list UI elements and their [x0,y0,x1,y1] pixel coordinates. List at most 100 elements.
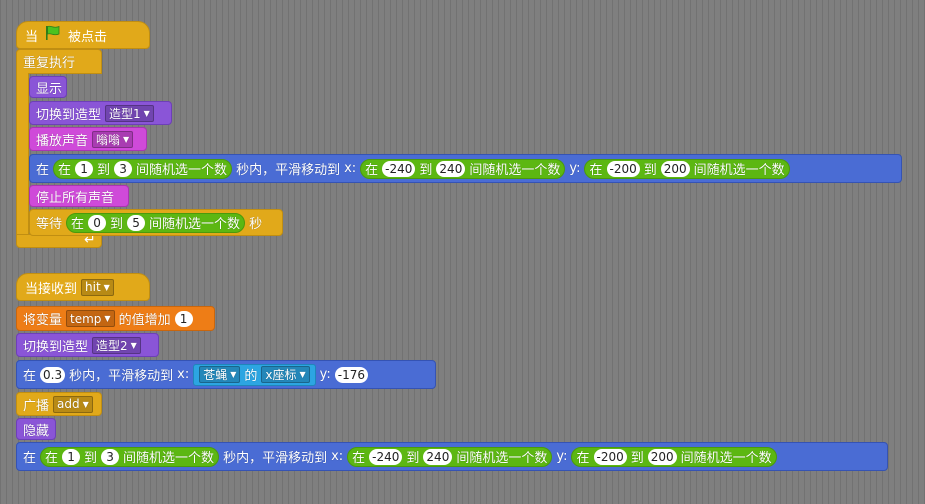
clicked-label: 被点击 [68,29,108,45]
show-block[interactable]: 显示 [29,76,67,98]
broadcast-message-dropdown[interactable]: add ▼ [53,395,93,413]
random-from-input[interactable]: -200 [606,160,640,177]
sprite-value: 苍蝇 [203,368,228,382]
random-from-input[interactable]: 1 [75,160,94,177]
pick-random-secs[interactable]: 在 1 到 3 间随机选一个数 [53,158,233,179]
script-area[interactable]: 当 被点击 重复执行 ↵ 显示 切换到造型 造型1 ▼ 播放声音 嗡嗡 ▼ 在 [0,0,925,504]
broadcast-message-value: add [57,397,80,411]
random-from-input[interactable]: 1 [62,448,81,465]
sensing-attribute-reporter[interactable]: 苍蝇 ▼ 的 x座标 ▼ [193,363,316,386]
stop-all-sounds-block[interactable]: 停止所有声音 [29,185,129,207]
glide-in-label: 在 [23,451,37,466]
change-by-label: 的值增加 [118,313,171,328]
glide-to-sprite-block[interactable]: 在 0.3 秒内，平滑移动到 x: 苍蝇 ▼ 的 x座标 ▼ y: -176 [16,360,436,389]
stop-all-sounds-label: 停止所有声音 [36,190,115,206]
random-to-input[interactable]: 240 [423,448,453,465]
glide-y-label: y: [569,161,581,176]
play-sound-block[interactable]: 播放声音 嗡嗡 ▼ [29,127,147,151]
random-to-input[interactable]: 3 [114,160,133,177]
random-in-label: 在 [58,163,72,178]
hide-block[interactable]: 隐藏 [16,418,56,440]
random-to-label: 到 [643,163,657,178]
random-to-label: 到 [110,217,124,232]
dropdown-arrow-icon: ▼ [299,370,306,379]
pick-random-x[interactable]: 在 -240 到 240 间随机选一个数 [347,446,553,467]
pick-random-y[interactable]: 在 -200 到 200 间随机选一个数 [571,446,777,467]
random-in-label: 在 [365,163,379,178]
forever-label: 重复执行 [23,56,76,71]
random-in-label: 在 [352,451,366,466]
when-receive-hat-block[interactable]: 当接收到 hit ▼ [16,273,150,301]
random-from-input[interactable]: -240 [382,160,416,177]
sound-dropdown[interactable]: 嗡嗡 ▼ [92,130,134,148]
glide-block[interactable]: 在 在 1 到 3 间随机选一个数 秒内，平滑移动到 x: 在 -240 到 2… [29,154,902,183]
random-from-input[interactable]: 0 [88,214,107,231]
random-in-label: 在 [589,163,603,178]
show-label: 显示 [36,81,63,97]
glide-x-label: x: [344,161,357,176]
random-suffix-label: 间随机选一个数 [136,163,228,178]
dropdown-arrow-icon: ▼ [130,340,137,350]
pick-random-y[interactable]: 在 -200 到 200 间随机选一个数 [584,158,790,179]
dropdown-arrow-icon: ▼ [143,108,150,118]
pick-random-secs[interactable]: 在 1 到 3 间随机选一个数 [40,446,220,467]
attribute-value: x座标 [265,368,297,382]
change-var-label: 将变量 [23,313,63,328]
dropdown-arrow-icon: ▼ [82,399,89,409]
costume-dropdown[interactable]: 造型1 ▼ [105,104,154,122]
glide-y-label: y: [319,367,331,382]
variable-dropdown[interactable]: temp ▼ [66,310,115,327]
random-to-input[interactable]: 200 [660,160,690,177]
glide-secs-label: 秒内，平滑移动到 [69,369,174,384]
forever-block-arm [16,73,29,235]
random-to-input[interactable]: 5 [127,214,146,231]
random-in-label: 在 [71,217,85,232]
random-suffix-label: 间随机选一个数 [149,217,241,232]
dropdown-arrow-icon: ▼ [123,134,130,144]
glide-secs-label: 秒内，平滑移动到 [223,451,328,466]
glide-y-label: y: [556,449,568,464]
dropdown-arrow-icon: ▼ [230,370,237,379]
message-dropdown[interactable]: hit ▼ [81,278,114,296]
when-flag-clicked-hat-block[interactable]: 当 被点击 [16,21,150,49]
costume-dropdown[interactable]: 造型2 ▼ [92,336,141,354]
change-value-input[interactable]: 1 [174,310,193,327]
forever-block[interactable]: 重复执行 [16,49,102,74]
glide-block-2[interactable]: 在 在 1 到 3 间随机选一个数 秒内，平滑移动到 x: 在 -240 到 2… [16,442,888,471]
glide-secs-input[interactable]: 0.3 [40,366,66,383]
random-to-input[interactable]: 200 [647,448,677,465]
costume-value: 造型1 [109,106,141,121]
change-variable-block[interactable]: 将变量 temp ▼ 的值增加 1 [16,306,215,331]
random-suffix-label: 间随机选一个数 [123,451,215,466]
pick-random-x[interactable]: 在 -240 到 240 间随机选一个数 [360,158,566,179]
sprite-dropdown[interactable]: 苍蝇 ▼ [199,366,241,383]
glide-in-label: 在 [36,163,50,178]
wait-secs-label: 秒 [249,217,263,232]
glide-in-label: 在 [23,369,37,384]
play-sound-label: 播放声音 [36,133,89,149]
random-from-input[interactable]: -240 [369,448,403,465]
switch-costume-block-2[interactable]: 切换到造型 造型2 ▼ [16,333,159,357]
random-to-label: 到 [630,451,644,466]
random-suffix-label: 间随机选一个数 [693,163,785,178]
glide-x-label: x: [331,449,344,464]
random-from-input[interactable]: -200 [593,448,627,465]
attribute-dropdown[interactable]: x座标 ▼ [261,366,310,383]
random-in-label: 在 [45,451,59,466]
wait-label: 等待 [36,217,63,232]
broadcast-label: 广播 [23,398,50,414]
glide-y-input[interactable]: -176 [334,366,369,383]
costume-value: 造型2 [96,338,128,353]
when-receive-label: 当接收到 [25,281,78,297]
switch-costume-block[interactable]: 切换到造型 造型1 ▼ [29,101,172,125]
sound-value: 嗡嗡 [96,132,121,147]
random-to-label: 到 [419,163,433,178]
random-to-input[interactable]: 240 [436,160,466,177]
random-to-input[interactable]: 3 [101,448,120,465]
wait-block[interactable]: 等待 在 0 到 5 间随机选一个数 秒 [29,209,283,236]
message-value: hit [85,280,101,294]
pick-random-wait[interactable]: 在 0 到 5 间随机选一个数 [66,212,246,233]
hide-label: 隐藏 [23,423,50,439]
broadcast-block[interactable]: 广播 add ▼ [16,392,102,416]
switch-costume-label: 切换到造型 [23,339,89,355]
